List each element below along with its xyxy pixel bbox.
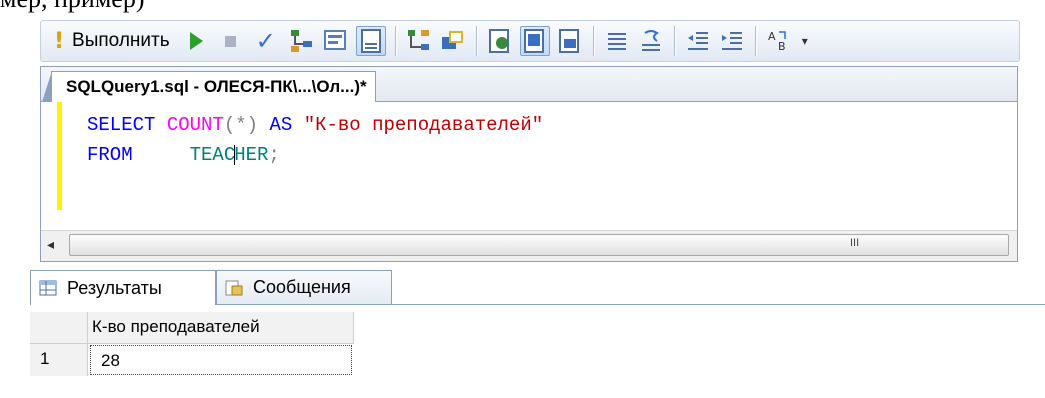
results-pane: Результаты Сообщения К-во преподавателей… <box>30 264 1045 398</box>
tab-messages-label: Сообщения <box>253 277 351 297</box>
function-count: COUNT <box>166 114 224 136</box>
document-text-fragment: мер, пример) <box>0 0 144 14</box>
specify-template-values-button[interactable]: AB <box>765 25 793 57</box>
execute-button[interactable]: ! Выполнить <box>48 25 176 57</box>
toolbar-separator <box>592 26 594 56</box>
checkmark-icon: ✓ <box>255 27 276 55</box>
query-designer-button[interactable] <box>322 25 350 57</box>
messages-icon <box>225 280 243 295</box>
results-file-icon <box>558 29 579 53</box>
results-to-text-button[interactable] <box>486 25 514 57</box>
display-estimated-plan-button[interactable] <box>288 25 316 57</box>
tab-messages[interactable]: Сообщения <box>216 270 392 304</box>
execute-label: Выполнить <box>72 30 170 51</box>
toolbar-separator <box>475 26 477 56</box>
client-statistics-icon <box>441 31 463 49</box>
table-name-part1: TEAC <box>189 144 236 166</box>
tab-results-label: Результаты <box>67 277 162 298</box>
actual-plan-icon <box>407 30 429 50</box>
include-actual-plan-button[interactable] <box>405 25 433 57</box>
toolbar-overflow-dropdown-icon[interactable]: ▾ <box>802 34 808 48</box>
sql-code-area[interactable]: SELECT COUNT(*) AS "К-во преподавателей"… <box>41 102 1017 220</box>
template-parameters-icon: AB <box>768 30 786 53</box>
client-statistics-button[interactable] <box>439 25 467 57</box>
results-tab-strip: Результаты Сообщения <box>30 264 1045 305</box>
uncomment-lines-icon <box>641 30 660 51</box>
table-name-part2: HER <box>234 144 269 166</box>
play-icon <box>189 32 203 50</box>
uncomment-button[interactable] <box>637 25 665 57</box>
code-line-2: FROM TEACHER; <box>87 144 280 166</box>
keyword-as: AS <box>269 114 293 136</box>
scrollbar-thumb[interactable]: III <box>69 234 1009 256</box>
result-cell[interactable]: 28 <box>90 345 352 375</box>
svg-text:B: B <box>778 40 786 53</box>
parse-button[interactable]: ✓ <box>250 25 282 57</box>
decrease-indent-icon <box>687 32 708 50</box>
toolbar-separator <box>673 26 675 56</box>
grid-icon <box>519 26 550 56</box>
query-editor-window: SQLQuery1.sql - ОЛЕСЯ-ПК\...\Ол...)* SEL… <box>40 66 1018 262</box>
statement-terminator: ; <box>268 144 280 166</box>
results-grid-icon <box>355 26 386 56</box>
results-to-file-button[interactable] <box>556 25 584 57</box>
cancel-query-button[interactable] <box>217 25 244 57</box>
results-grid-toggle-button[interactable] <box>519 25 550 57</box>
keyword-select: SELECT <box>87 114 156 136</box>
results-to-grid-button[interactable] <box>355 25 386 57</box>
increase-indent-button[interactable] <box>718 25 746 57</box>
comment-out-button[interactable] <box>603 25 631 57</box>
document-tab-strip: SQLQuery1.sql - ОЛЕСЯ-ПК\...\Ол...)* <box>41 67 1017 102</box>
row-header[interactable]: 1 <box>30 344 88 376</box>
tab-results[interactable]: Результаты <box>30 270 216 305</box>
scroll-left-arrow-icon[interactable]: ◂ <box>47 237 54 253</box>
toolbar-separator <box>754 26 756 56</box>
count-args: (*) <box>223 114 259 136</box>
horizontal-scrollbar[interactable]: ◂ III <box>41 230 1017 261</box>
increase-indent-icon <box>721 32 742 50</box>
decrease-indent-button[interactable] <box>684 25 712 57</box>
execute-icon: ! <box>54 28 65 54</box>
column-header[interactable]: К-во преподавателей <box>88 312 354 344</box>
toolbar-separator <box>394 26 396 56</box>
change-tracking-bar <box>57 102 62 210</box>
results-grid-icon <box>39 280 57 296</box>
comment-lines-icon <box>607 33 626 50</box>
tab-sqlquery1[interactable]: SQLQuery1.sql - ОЛЕСЯ-ПК\...\Ол...)* <box>42 71 376 102</box>
grid-corner-header[interactable] <box>30 312 88 344</box>
results-text-icon <box>488 29 509 53</box>
code-line-1: SELECT COUNT(*) AS "К-во преподавателей" <box>87 114 543 136</box>
svg-text:A: A <box>768 30 776 43</box>
keyword-from: FROM <box>87 144 133 166</box>
query-designer-icon <box>323 30 346 50</box>
debug-button[interactable] <box>182 25 211 57</box>
sql-editor-toolbar: ! Выполнить ✓ AB ▾ <box>40 20 1020 62</box>
scrollbar-grip: III <box>850 237 860 249</box>
column-alias-string: "К-во преподавателей" <box>303 114 544 136</box>
stop-icon <box>224 35 236 47</box>
execution-plan-icon <box>290 30 312 52</box>
